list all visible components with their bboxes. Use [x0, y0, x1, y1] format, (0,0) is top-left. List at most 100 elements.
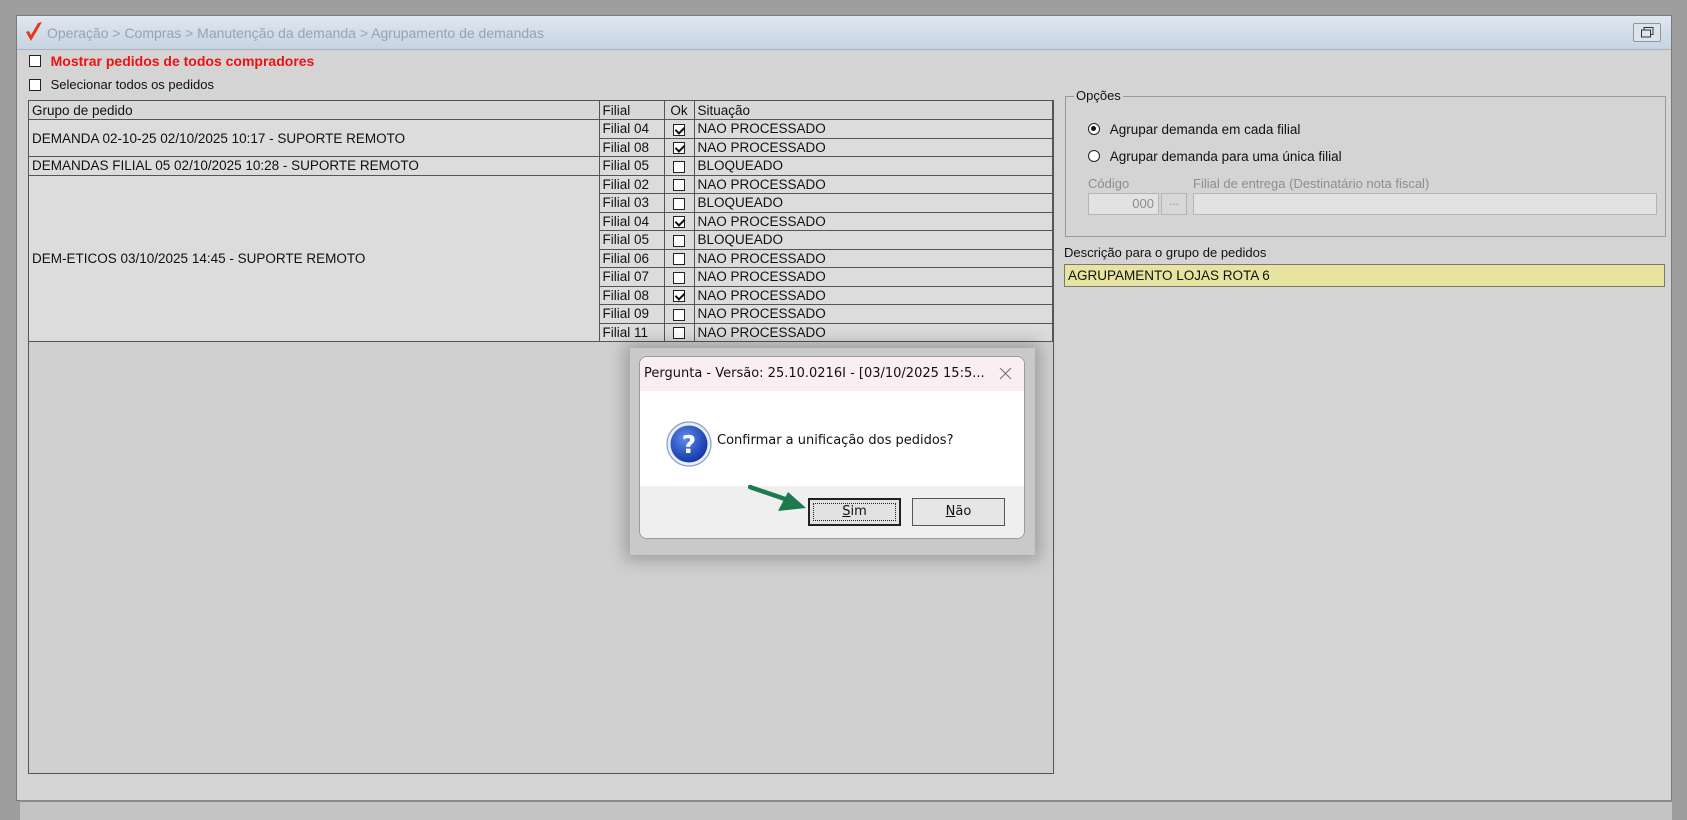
cell-situacao[interactable]: NAO PROCESSADO [694, 323, 1053, 342]
dialog-title-bar[interactable]: Pergunta - Versão: 25.10.0216I - [03/10/… [640, 357, 1024, 391]
cell-filial[interactable]: Filial 07 [599, 267, 665, 287]
cell-situacao[interactable]: NAO PROCESSADO [694, 119, 1053, 139]
ok-checkbox[interactable] [673, 216, 685, 229]
options-groupbox: Opções Agrupar demanda em cada filial Ag… [1065, 88, 1666, 237]
column-header-situacao[interactable]: Situação [694, 101, 1053, 120]
confirm-dialog: Pergunta - Versão: 25.10.0216I - [03/10/… [639, 356, 1025, 539]
cell-ok [664, 119, 695, 139]
table-row[interactable]: DEM-ETICOS 03/10/2025 14:45 - SUPORTE RE… [29, 175, 1053, 342]
column-header-grupo[interactable]: Grupo de pedido [29, 101, 600, 120]
radio-group-single[interactable]: Agrupar demanda para uma única filial [1088, 148, 1342, 164]
cell-situacao[interactable]: BLOQUEADO [694, 230, 1053, 250]
cell-ok [664, 156, 695, 176]
focus-rect [813, 503, 896, 521]
ok-checkbox[interactable] [673, 290, 685, 303]
orders-table: Grupo de pedido Filial Ok Situação DEMAN… [29, 101, 1053, 342]
show-all-buyers-option[interactable]: Mostrar pedidos de todos compradores [29, 52, 314, 69]
radio-each-branch[interactable] [1088, 123, 1100, 136]
status-bar [20, 800, 1672, 820]
cell-filial[interactable]: Filial 08 [599, 138, 665, 157]
cell-filial[interactable]: Filial 05 [599, 156, 665, 176]
cell-filial[interactable]: Filial 03 [599, 193, 665, 213]
column-header-ok[interactable]: Ok [664, 101, 695, 120]
cell-filial[interactable]: Filial 02 [599, 175, 665, 194]
table-row[interactable]: DEMANDA 02-10-25 02/10/2025 10:17 - SUPO… [29, 119, 1053, 157]
cell-situacao[interactable]: NAO PROCESSADO [694, 249, 1053, 268]
ok-checkbox[interactable] [673, 179, 685, 192]
filial-entrega-input[interactable] [1193, 193, 1657, 215]
table-header-row: Grupo de pedido Filial Ok Situação [29, 101, 1053, 120]
cell-grupo[interactable]: DEMANDAS FILIAL 05 02/10/2025 10:28 - SU… [29, 156, 600, 176]
cell-situacao[interactable]: NAO PROCESSADO [694, 304, 1053, 324]
no-button[interactable]: Não [912, 498, 1005, 526]
ok-checkbox[interactable] [673, 253, 685, 266]
cell-filial[interactable]: Filial 05 [599, 230, 665, 250]
cell-situacao[interactable]: NAO PROCESSADO [694, 175, 1053, 194]
table-row[interactable]: DEMANDAS FILIAL 05 02/10/2025 10:28 - SU… [29, 156, 1053, 176]
cell-situacao[interactable]: BLOQUEADO [694, 193, 1053, 213]
no-accelerator: N [945, 504, 956, 519]
dialog-title: Pergunta - Versão: 25.10.0216I - [03/10/… [644, 366, 985, 381]
cell-ok [664, 175, 695, 194]
title-bar[interactable]: Operação > Compras > Manutenção da deman… [17, 16, 1671, 50]
radio-group-each[interactable]: Agrupar demanda em cada filial [1088, 121, 1300, 137]
cell-ok [664, 138, 695, 157]
dialog-message: Confirmar a unificação dos pedidos? [717, 433, 954, 448]
codigo-input[interactable]: 000 [1088, 193, 1159, 215]
show-all-buyers-checkbox[interactable] [29, 54, 41, 67]
radio-single-label: Agrupar demanda para uma única filial [1109, 148, 1342, 164]
descricao-label: Descrição para o grupo de pedidos [1064, 245, 1267, 260]
ok-checkbox[interactable] [673, 197, 685, 210]
radio-single-branch[interactable] [1088, 150, 1100, 163]
cell-ok [664, 249, 695, 268]
show-all-buyers-label: Mostrar pedidos de todos compradores [50, 52, 315, 69]
cell-situacao[interactable]: NAO PROCESSADO [694, 138, 1053, 157]
restore-button[interactable] [1633, 23, 1661, 42]
select-all-orders-checkbox[interactable] [29, 78, 41, 91]
cell-ok [664, 286, 695, 305]
ok-checkbox[interactable] [673, 234, 685, 247]
ok-checkbox[interactable] [673, 142, 685, 155]
checkmark-logo-icon [26, 22, 42, 41]
window-title: Operação > Compras > Manutenção da deman… [47, 25, 544, 41]
descricao-input[interactable]: AGRUPAMENTO LOJAS ROTA 6 [1064, 264, 1665, 287]
ok-checkbox[interactable] [673, 160, 685, 173]
codigo-lookup-button[interactable]: ... [1161, 193, 1187, 215]
options-legend: Opções [1074, 88, 1123, 103]
cell-situacao[interactable]: NAO PROCESSADO [694, 286, 1053, 305]
cell-ok [664, 212, 695, 231]
cell-ok [664, 267, 695, 287]
cell-situacao[interactable]: BLOQUEADO [694, 156, 1053, 176]
cell-grupo[interactable]: DEM-ETICOS 03/10/2025 14:45 - SUPORTE RE… [29, 175, 600, 342]
cell-ok [664, 304, 695, 324]
select-all-orders-option[interactable]: Selecionar todos os pedidos [29, 76, 214, 92]
cell-filial[interactable]: Filial 04 [599, 119, 665, 139]
cell-filial[interactable]: Filial 08 [599, 286, 665, 305]
question-icon: ? [666, 421, 712, 467]
cell-ok [664, 230, 695, 250]
cell-situacao[interactable]: NAO PROCESSADO [694, 212, 1053, 231]
ok-checkbox[interactable] [673, 123, 685, 136]
select-all-orders-label: Selecionar todos os pedidos [50, 77, 214, 93]
pointer-arrow-icon [748, 484, 806, 511]
filial-entrega-label: Filial de entrega (Destinatário nota fis… [1193, 176, 1430, 191]
ok-checkbox[interactable] [673, 327, 685, 340]
no-label-rest: ão [955, 504, 972, 519]
column-header-filial[interactable]: Filial [599, 101, 665, 120]
yes-button[interactable]: Sim [808, 498, 901, 526]
cell-situacao[interactable]: NAO PROCESSADO [694, 267, 1053, 287]
cell-ok [664, 193, 695, 213]
cell-filial[interactable]: Filial 04 [599, 212, 665, 231]
cell-ok [664, 323, 695, 342]
codigo-label: Código [1088, 176, 1130, 191]
dialog-footer: Sim Não [640, 486, 1024, 538]
cell-filial[interactable]: Filial 11 [599, 323, 665, 342]
ok-checkbox[interactable] [673, 271, 685, 284]
svg-text:?: ? [682, 430, 697, 459]
ok-checkbox[interactable] [673, 308, 685, 321]
radio-each-label: Agrupar demanda em cada filial [1109, 121, 1301, 137]
cell-grupo[interactable]: DEMANDA 02-10-25 02/10/2025 10:17 - SUPO… [29, 119, 600, 157]
cell-filial[interactable]: Filial 09 [599, 304, 665, 324]
cell-filial[interactable]: Filial 06 [599, 249, 665, 268]
close-icon[interactable] [999, 367, 1012, 380]
